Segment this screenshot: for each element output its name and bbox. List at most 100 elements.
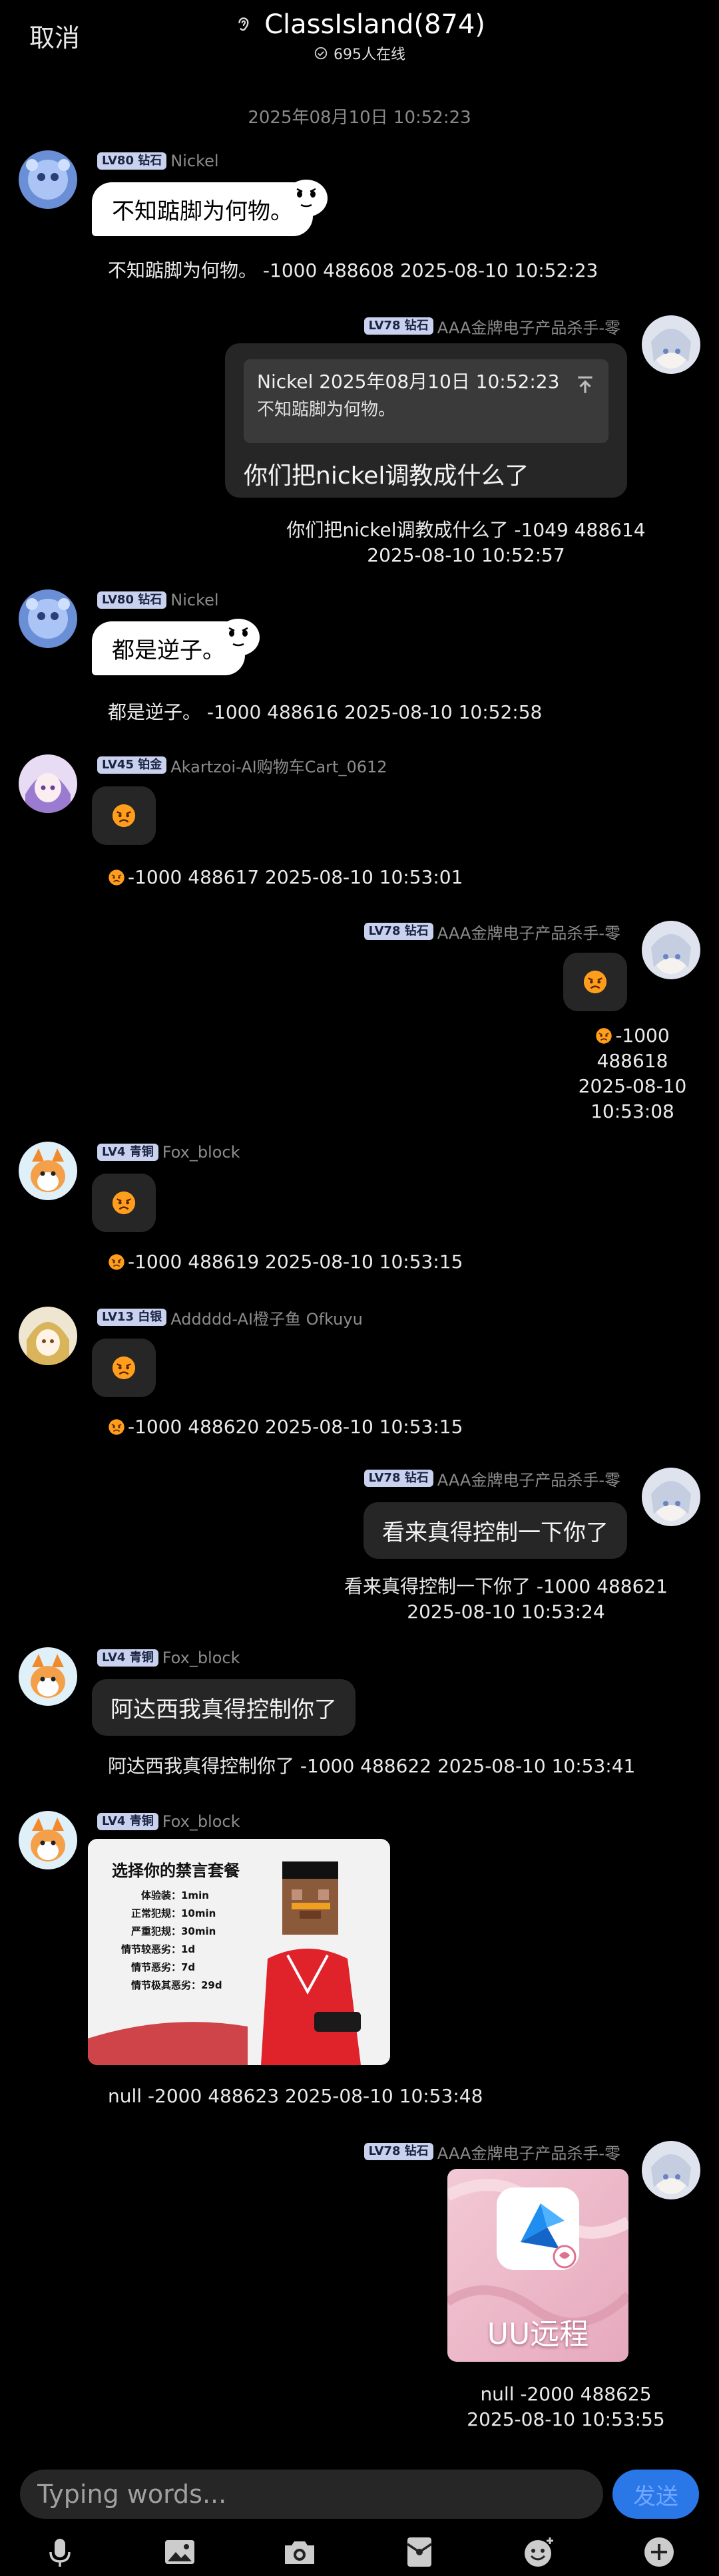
image-caption: UU远程 xyxy=(487,2317,589,2351)
detail-line: 488618 xyxy=(597,1050,668,1072)
message-detail: 看来真得控制一下你了 -1000 488621 2025-08-10 10:53… xyxy=(320,1574,692,1625)
message-input[interactable] xyxy=(20,2470,603,2519)
message-detail: 都是逆子。 -1000 488616 2025-08-10 10:52:58 xyxy=(108,701,543,723)
avatar[interactable] xyxy=(19,1142,77,1200)
emoji-message-bubble[interactable] xyxy=(92,1174,156,1232)
level-badge: LV13 白银 xyxy=(97,1309,167,1326)
angry-face-emoji xyxy=(112,804,136,828)
avatar[interactable] xyxy=(19,754,77,813)
plus-icon xyxy=(644,2537,674,2567)
emoji-icon xyxy=(525,2537,553,2567)
time-divider: 2025年08月10日 10:52:23 xyxy=(248,108,471,128)
online-count: 695人在线 xyxy=(334,47,405,63)
image-icon xyxy=(165,2540,194,2564)
online-check-icon xyxy=(314,47,328,60)
level-badge: LV80 钻石 xyxy=(97,591,167,609)
avatar[interactable] xyxy=(642,315,700,374)
sender-nickname[interactable]: Fox_block xyxy=(162,1649,240,1667)
message-item: LV78 钻石 AAA金牌电子产品杀手-零 UU远程 null -2000 48… xyxy=(0,2140,719,2430)
detail-text: -1000 488619 2025-08-10 10:53:15 xyxy=(128,1251,463,1273)
detail-line: 10:53:08 xyxy=(591,1100,674,1122)
sender-nickname[interactable]: Fox_block xyxy=(162,1812,240,1831)
red-packet-icon xyxy=(407,2537,432,2567)
sender-meta: LV78 钻石 AAA金牌电子产品杀手-零 xyxy=(363,1467,620,1490)
camera-button[interactable] xyxy=(281,2533,318,2571)
sender-meta: LV80 钻石 Nickel xyxy=(97,589,219,611)
avatar[interactable] xyxy=(19,1811,77,1869)
avatar[interactable] xyxy=(642,921,700,979)
sender-nickname[interactable]: Nickel xyxy=(170,591,218,609)
quote-text: 不知踮脚为何物。 xyxy=(257,400,396,420)
avatar[interactable] xyxy=(19,150,77,209)
detail-text: -1000 488620 2025-08-10 10:53:15 xyxy=(128,1416,463,1438)
image-message[interactable]: 选择你的禁言套餐 体验装： 1min 正常犯规： 10min 严重犯规： 30min … xyxy=(88,1839,390,2065)
sender-meta: LV78 钻石 AAA金牌电子产品杀手-零 xyxy=(363,920,620,943)
message-item: LV80 钻石 Nickel 都是逆子。 都是逆子。 -1000 488616 … xyxy=(0,589,719,729)
quote-header: Nickel 2025年08月10日 10:52:23 xyxy=(257,371,560,393)
avatar[interactable] xyxy=(642,1468,700,1526)
angry-face-emoji xyxy=(596,1028,612,1044)
man-in-red-shirt-graphic xyxy=(88,1861,361,2065)
reply-message-bubble[interactable]: Nickel 2025年08月10日 10:52:23 不知踮脚为何物。 你们把… xyxy=(225,343,627,498)
message-text: 不知踮脚为何物。 xyxy=(112,198,293,225)
message-bubble[interactable]: 看来真得控制一下你了 xyxy=(363,1502,627,1559)
angry-face-emoji xyxy=(109,870,124,886)
detail-line: 看来真得控制一下你了 -1000 488621 xyxy=(344,1575,668,1597)
red-packet-button[interactable] xyxy=(401,2533,438,2571)
sender-nickname[interactable]: AAA金牌电子产品杀手-零 xyxy=(437,315,620,338)
avatar[interactable] xyxy=(19,589,77,648)
sender-nickname[interactable]: AAA金牌电子产品杀手-零 xyxy=(437,1467,620,1490)
detail-line: 2025-08-10 10:53:55 xyxy=(467,2408,665,2430)
message-detail: -1000 488619 2025-08-10 10:53:15 xyxy=(108,1249,463,1275)
emoji-message-bubble[interactable] xyxy=(92,1339,156,1397)
quoted-message[interactable]: Nickel 2025年08月10日 10:52:23 不知踮脚为何物。 xyxy=(244,359,608,443)
message-bubble[interactable]: 阿达西我真得控制你了 xyxy=(92,1679,356,1736)
message-bubble[interactable]: 都是逆子。 xyxy=(92,619,260,675)
jump-to-top-icon[interactable] xyxy=(574,374,597,397)
sender-nickname[interactable]: Nickel xyxy=(170,152,218,170)
detail-line: null -2000 488625 xyxy=(480,2383,652,2405)
sender-nickname[interactable]: Addddd-AI橙子鱼 Ofkuyu xyxy=(170,1306,363,1329)
detail-line: 2025-08-10 10:52:57 xyxy=(367,544,565,566)
avatar[interactable] xyxy=(19,1647,77,1706)
emoji-message-bubble[interactable] xyxy=(563,953,627,1011)
emoji-message-bubble[interactable] xyxy=(92,786,156,845)
sender-meta: LV13 白银 Addddd-AI橙子鱼 Ofkuyu xyxy=(97,1306,363,1329)
message-item: LV4 青铜 Fox_block 选择你的禁言套餐 体验装： 1min 正常犯规：… xyxy=(0,1811,719,2117)
camera-icon xyxy=(285,2541,314,2564)
sender-meta: LV78 钻石 AAA金牌电子产品杀手-零 xyxy=(363,315,620,338)
image-button[interactable] xyxy=(161,2533,198,2571)
message-text: 看来真得控制一下你了 xyxy=(382,1520,608,1546)
message-text: 阿达西我真得控制你了 xyxy=(111,1696,337,1723)
level-badge: LV78 钻石 xyxy=(363,923,433,940)
message-detail: -1000 488618 2025-08-10 10:53:08 xyxy=(559,1023,706,1124)
microphone-button[interactable] xyxy=(41,2533,79,2571)
message-item: LV78 钻石 AAA金牌电子产品杀手-零 Nickel 2025年08月10日… xyxy=(0,315,719,581)
angry-face-emoji xyxy=(583,970,607,994)
emoji-button[interactable] xyxy=(521,2533,558,2571)
level-badge: LV45 铂金 xyxy=(97,756,167,774)
ghost-face-icon xyxy=(285,180,328,217)
level-badge: LV78 钻石 xyxy=(363,1470,433,1487)
ghost-face-icon xyxy=(217,619,260,656)
sender-meta: LV78 钻石 AAA金牌电子产品杀手-零 xyxy=(363,2140,620,2164)
message-detail: null -2000 488625 2025-08-10 10:53:55 xyxy=(426,2382,706,2432)
more-button[interactable] xyxy=(640,2533,678,2571)
sender-nickname[interactable]: Fox_block xyxy=(162,1143,240,1162)
avatar[interactable] xyxy=(642,2141,700,2199)
sender-nickname[interactable]: Akartzoi-AI购物车Cart_0612 xyxy=(170,754,387,777)
sender-nickname[interactable]: AAA金牌电子产品杀手-零 xyxy=(437,920,620,943)
chat-title-area[interactable]: ClassIsland(874) 695人在线 xyxy=(0,9,719,64)
sender-meta: LV4 青铜 Fox_block xyxy=(97,1142,240,1163)
level-badge: LV4 青铜 xyxy=(97,1144,158,1161)
avatar[interactable] xyxy=(19,1307,77,1365)
level-badge: LV4 青铜 xyxy=(97,1813,158,1830)
send-button[interactable]: 发送 xyxy=(612,2470,699,2519)
message-bubble[interactable]: 不知踮脚为何物。 xyxy=(92,180,328,236)
sender-meta: LV80 钻石 Nickel xyxy=(97,150,219,172)
sender-nickname[interactable]: AAA金牌电子产品杀手-零 xyxy=(437,2140,620,2164)
image-message[interactable]: UU远程 xyxy=(447,2169,628,2362)
message-item: LV13 白银 Addddd-AI橙子鱼 Ofkuyu -1000 488620… xyxy=(0,1307,719,1446)
level-badge: LV78 钻石 xyxy=(363,2143,433,2160)
angry-face-emoji xyxy=(112,1356,136,1380)
